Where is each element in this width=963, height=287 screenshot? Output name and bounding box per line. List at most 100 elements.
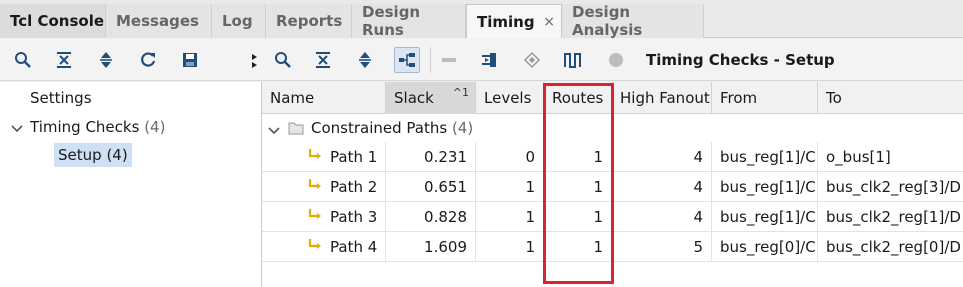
search-icon[interactable] xyxy=(12,49,34,71)
tree-item-label: Timing Checks xyxy=(30,118,140,136)
group-label: Constrained Paths (4) xyxy=(311,119,473,137)
cell-from: bus_reg[1]/C xyxy=(712,202,818,232)
path-icon xyxy=(308,178,322,196)
column-label: Levels xyxy=(484,89,532,107)
cell-routes: 1 xyxy=(544,172,612,202)
tab-design-analysis[interactable]: Design Analysis xyxy=(562,3,704,39)
table-toolbar: Timing Checks - Setup xyxy=(262,39,963,81)
path-icon xyxy=(308,238,322,256)
diamond-icon[interactable] xyxy=(521,49,543,71)
tab-label: Design Analysis xyxy=(572,3,643,39)
path-name: Path 2 xyxy=(330,178,378,196)
column-label: Routes xyxy=(552,89,604,107)
collapse-all-icon[interactable] xyxy=(53,49,75,71)
chevron-down-icon[interactable] xyxy=(268,124,280,140)
tree-item-count: (4) xyxy=(106,146,128,164)
column-header-name[interactable]: Name xyxy=(262,82,386,114)
cell-routes: 1 xyxy=(544,202,612,232)
timing-tree: Settings Timing Checks (4) Setup (4) xyxy=(0,82,262,287)
cell-levels: 0 xyxy=(476,142,544,172)
cell-to: o_bus[1] xyxy=(826,148,891,166)
group-name: Constrained Paths xyxy=(311,119,448,137)
sort-ascending-icon: ^1 xyxy=(452,86,469,99)
tree-item-setup[interactable]: Setup (4) xyxy=(54,143,132,167)
tab-label: Reports xyxy=(276,12,343,30)
tab-label: Log xyxy=(222,12,253,30)
expand-all-icon[interactable] xyxy=(354,49,376,71)
toolbar-title: Timing Checks - Setup xyxy=(646,51,835,69)
tab-tcl-console[interactable]: Tcl Console xyxy=(0,4,106,38)
overflow-chevron-icon[interactable] xyxy=(250,49,260,71)
tree-item-timing-checks[interactable]: Timing Checks (4) xyxy=(30,118,165,136)
table-row[interactable]: Path 2 0.651 1 1 4 bus_reg[1]/C bus_clk2… xyxy=(262,172,963,202)
table-row[interactable]: Path 3 0.828 1 1 4 bus_reg[1]/C bus_clk2… xyxy=(262,202,963,232)
cell-to: bus_clk2_reg[3]/D xyxy=(826,178,961,196)
cell-routes: 1 xyxy=(544,232,612,262)
cell-name: Path 3 xyxy=(262,202,386,232)
tab-label: Timing xyxy=(477,12,535,31)
column-header-routes[interactable]: Routes xyxy=(544,82,612,114)
tree-item-count: (4) xyxy=(144,118,166,136)
tab-label: Tcl Console xyxy=(10,12,105,30)
tab-bar: Tcl Console Messages Log Reports Design … xyxy=(0,0,963,39)
path-icon xyxy=(308,148,322,166)
expand-all-icon[interactable] xyxy=(95,49,117,71)
cell-high-fanout: 4 xyxy=(612,142,712,172)
cell-slack: 1.609 xyxy=(386,232,476,262)
column-header-levels[interactable]: Levels xyxy=(476,82,544,114)
column-label: From xyxy=(720,89,758,107)
cell-high-fanout: 4 xyxy=(612,202,712,232)
tab-timing[interactable]: Timing × xyxy=(466,4,562,38)
save-icon[interactable] xyxy=(179,49,201,71)
waveform-icon[interactable] xyxy=(562,49,584,71)
tab-log[interactable]: Log xyxy=(212,4,266,38)
toolbar-separator xyxy=(430,47,431,73)
schematic-icon[interactable] xyxy=(479,49,501,71)
tab-messages[interactable]: Messages xyxy=(106,4,212,38)
table-row[interactable]: Path 1 0.231 0 1 4 bus_reg[1]/C o_bus[1] xyxy=(262,142,963,172)
table-row[interactable]: Path 4 1.609 1 1 5 bus_reg[0]/C bus_clk2… xyxy=(262,232,963,262)
collapse-all-icon[interactable] xyxy=(312,49,334,71)
cell-high-fanout: 4 xyxy=(612,172,712,202)
cell-slack: 0.231 xyxy=(386,142,476,172)
cell-levels: 1 xyxy=(476,232,544,262)
refresh-icon[interactable] xyxy=(137,49,159,71)
path-icon xyxy=(308,208,322,226)
cell-from: bus_reg[0]/C xyxy=(712,232,818,262)
column-header-slack[interactable]: Slack ^1 xyxy=(386,82,476,114)
cell-to: bus_clk2_reg[1]/D xyxy=(826,208,961,226)
cell-levels: 1 xyxy=(476,202,544,232)
tab-design-runs[interactable]: Design Runs xyxy=(352,3,466,39)
timing-table: Name Slack ^1 Levels Routes High Fanout … xyxy=(262,82,963,287)
search-icon[interactable] xyxy=(272,49,294,71)
cell-to: bus_clk2_reg[0]/D xyxy=(826,238,961,256)
cell-high-fanout: 5 xyxy=(612,232,712,262)
chevron-down-icon[interactable] xyxy=(11,122,23,138)
folder-icon xyxy=(288,121,304,139)
cell-slack: 0.828 xyxy=(386,202,476,232)
tree-item-label: Settings xyxy=(30,89,92,107)
vivado-timing-window: Tcl Console Messages Log Reports Design … xyxy=(0,0,963,287)
cell-from: bus_reg[1]/C xyxy=(712,142,818,172)
group-count: (4) xyxy=(451,119,474,137)
tab-label: Design Runs xyxy=(362,3,421,39)
minus-icon[interactable] xyxy=(438,49,460,71)
column-header-from[interactable]: From xyxy=(712,82,818,114)
cell-routes: 1 xyxy=(544,142,612,172)
column-header-to[interactable]: To xyxy=(818,82,963,114)
tab-label: Messages xyxy=(116,12,199,30)
path-name: Path 4 xyxy=(330,238,378,256)
column-label: High Fanout xyxy=(620,89,710,107)
table-header: Name Slack ^1 Levels Routes High Fanout … xyxy=(262,82,963,114)
close-icon[interactable]: × xyxy=(543,14,555,30)
column-label: Slack xyxy=(394,89,434,107)
record-icon[interactable] xyxy=(605,49,627,71)
cell-name: Path 2 xyxy=(262,172,386,202)
column-header-high-fanout[interactable]: High Fanout xyxy=(612,82,712,114)
group-row-constrained-paths[interactable]: Constrained Paths (4) xyxy=(262,114,963,142)
tree-toolbar xyxy=(0,39,262,81)
tab-reports[interactable]: Reports xyxy=(266,4,352,38)
path-name: Path 1 xyxy=(330,148,378,166)
tree-item-settings[interactable]: Settings xyxy=(30,89,92,107)
hierarchy-icon[interactable] xyxy=(394,47,420,73)
